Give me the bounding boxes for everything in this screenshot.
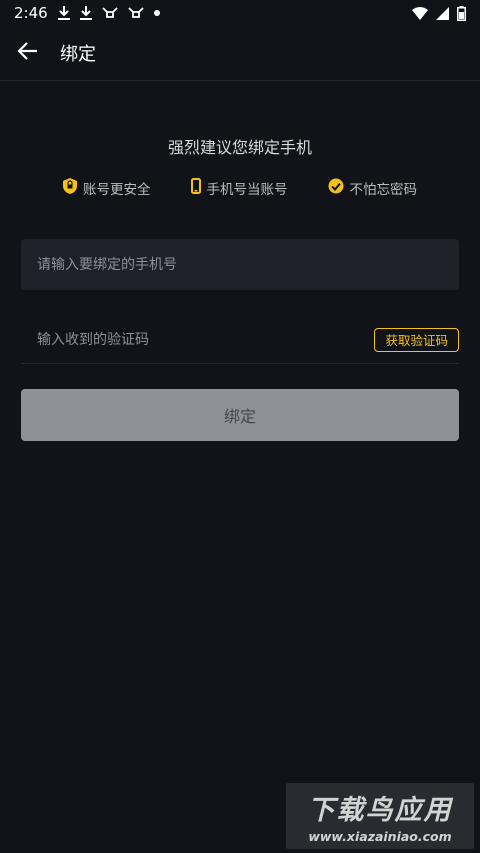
notification-dot-icon (153, 10, 160, 16)
signal-icon (436, 6, 449, 20)
benefit-label: 不怕忘密码 (349, 182, 418, 198)
watermark: 下载鸟应用 www.xiazainiao.com (286, 783, 474, 849)
app-bar: 绑定 (0, 26, 480, 81)
benefit-item: 不怕忘密码 (328, 178, 418, 198)
check-badge-icon (328, 178, 344, 198)
verification-code-row: 获取验证码 (21, 316, 459, 364)
page-title: 绑定 (60, 44, 96, 65)
benefit-item: 账号更安全 (63, 178, 151, 198)
headline: 强烈建议您绑定手机 (167, 138, 312, 157)
get-code-button[interactable]: 获取验证码 (374, 327, 459, 352)
phone-number-field[interactable] (21, 239, 459, 290)
benefit-label: 账号更安全 (83, 182, 151, 198)
bull-icon (128, 7, 144, 19)
bind-button[interactable]: 绑定 (21, 389, 459, 441)
wifi-icon (412, 6, 428, 20)
bull-icon (102, 7, 118, 19)
back-button[interactable] (0, 26, 56, 81)
status-time: 2:46 (14, 4, 48, 22)
phone-icon (190, 178, 201, 198)
download-icon (79, 6, 92, 20)
arrow-left-icon (17, 42, 38, 64)
verification-code-input[interactable] (35, 330, 375, 349)
watermark-title: 下载鸟应用 (307, 795, 453, 826)
battery-icon (457, 5, 466, 21)
watermark-url: www.xiazainiao.com (308, 829, 452, 844)
phone-number-input[interactable] (35, 255, 445, 274)
shield-icon (63, 178, 77, 198)
benefit-label: 手机号当账号 (206, 182, 288, 198)
download-icon (57, 6, 70, 20)
benefit-list: 账号更安全 手机号当账号 不怕忘密码 (0, 178, 480, 198)
status-bar: 2:46 (0, 0, 480, 26)
benefit-item: 手机号当账号 (190, 178, 288, 198)
